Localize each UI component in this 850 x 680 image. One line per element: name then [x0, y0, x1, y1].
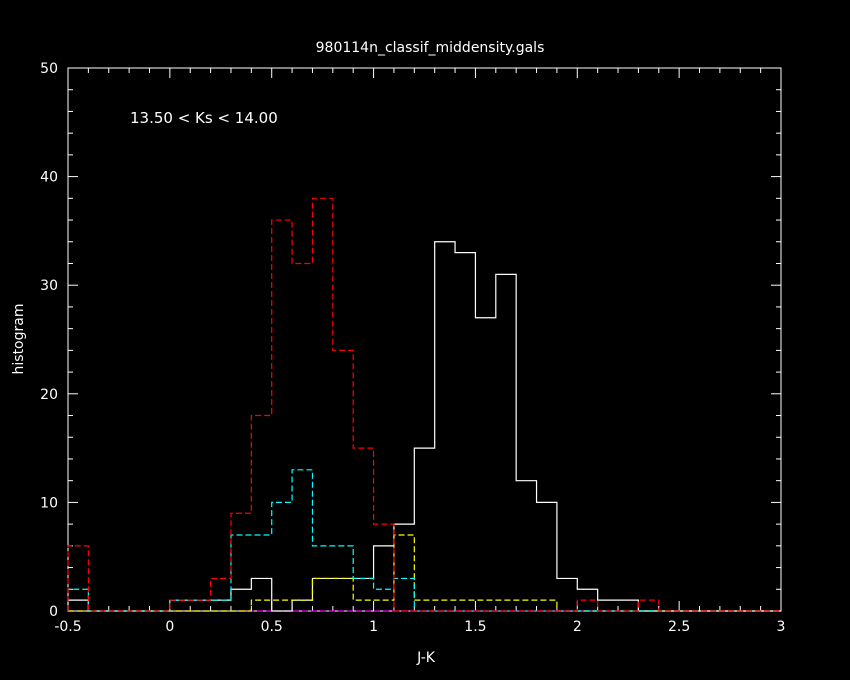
y-tick-label: 30	[40, 278, 58, 294]
histogram-bin	[353, 448, 373, 611]
histogram-bin	[251, 416, 271, 611]
x-tick-label: 1	[369, 619, 378, 635]
histogram-bin	[496, 600, 516, 611]
histogram-bin	[455, 253, 475, 611]
y-tick-label: 10	[40, 495, 58, 511]
histogram-bin	[414, 448, 434, 611]
histogram-bin	[394, 578, 414, 611]
histogram-bin	[374, 524, 394, 611]
y-tick-label: 0	[49, 604, 58, 620]
x-tick-label: 1.5	[464, 619, 486, 635]
histogram-bin	[455, 600, 475, 611]
histogram-bin	[537, 600, 557, 611]
histogram-bin	[475, 600, 495, 611]
histogram-bin	[516, 600, 536, 611]
x-tick-label: 3	[777, 619, 786, 635]
x-axis-label: J-K	[416, 650, 436, 666]
histogram-bin	[638, 600, 658, 611]
histogram-bin	[68, 546, 88, 611]
histogram-bin	[170, 600, 190, 611]
histogram-bin	[435, 242, 455, 611]
x-tick-label: 0.5	[261, 619, 283, 635]
y-axis-label: histogram	[11, 304, 27, 375]
histogram-bin	[312, 198, 332, 611]
histogram-bin	[292, 263, 312, 611]
histogram-bin	[496, 274, 516, 611]
y-tick-label: 50	[40, 61, 58, 77]
histogram-bin	[577, 600, 597, 611]
histogram-bin	[516, 481, 536, 611]
chart-title: 980114n_classif_middensity.gals	[316, 40, 545, 56]
x-tick-label: 2	[573, 619, 582, 635]
y-tick-label: 20	[40, 387, 58, 403]
histogram-bin	[272, 220, 292, 611]
histogram-bin	[333, 350, 353, 611]
histogram-bin	[231, 513, 251, 611]
histogram-series	[67, 197, 781, 612]
histogram-bin	[598, 600, 618, 611]
x-tick-label: 2.5	[668, 619, 690, 635]
histogram-bin	[475, 318, 495, 611]
histogram-chart: 980114n_classif_middensity.gals 13.50 < …	[11, 40, 786, 666]
histogram-series-0	[67, 241, 781, 612]
histogram-bin	[435, 600, 455, 611]
histogram-bin	[537, 502, 557, 611]
histogram-bin	[618, 600, 638, 611]
histogram-bin	[414, 600, 434, 611]
histogram-bin	[211, 578, 231, 611]
x-tick-label: 0	[165, 619, 174, 635]
x-tick-label: -0.5	[54, 619, 81, 635]
magnitude-range-annotation: 13.50 < Ks < 14.00	[130, 109, 278, 127]
y-tick-label: 40	[40, 170, 58, 186]
histogram-bin	[557, 578, 577, 611]
histogram-bin	[190, 600, 210, 611]
